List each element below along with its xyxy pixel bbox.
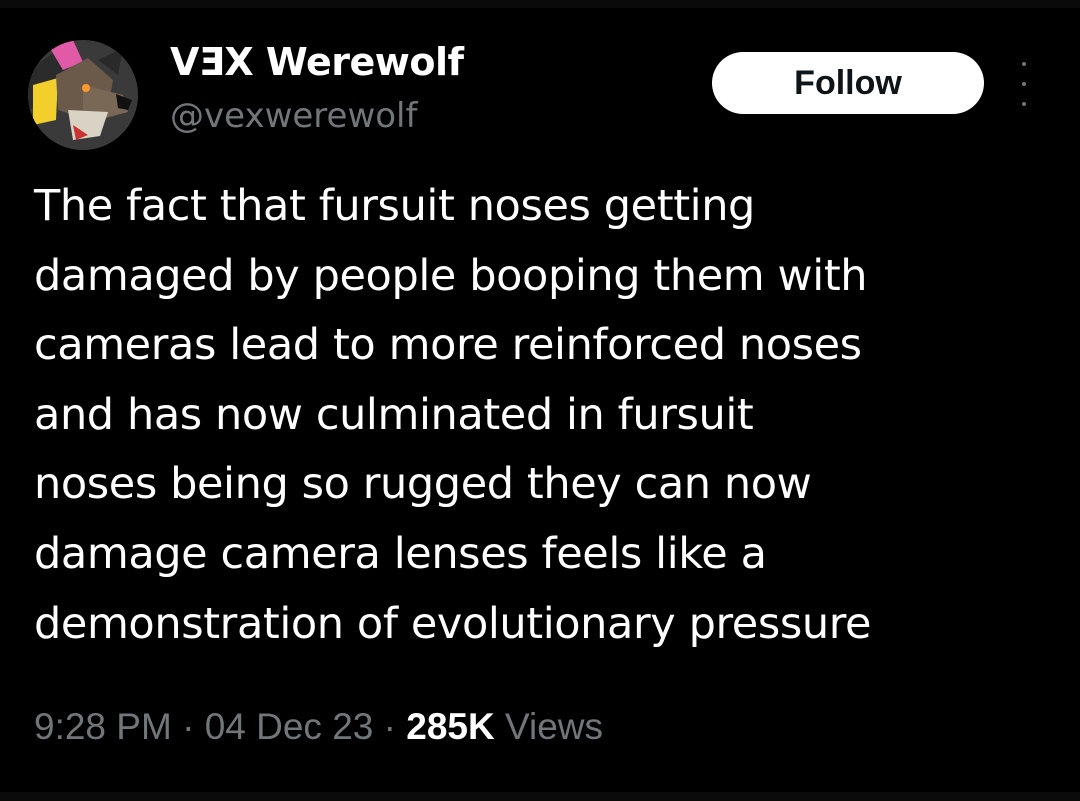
tweet-date[interactable]: 04 Dec 23 bbox=[205, 706, 374, 747]
more-dot bbox=[1022, 62, 1026, 66]
follow-button[interactable]: Follow bbox=[712, 52, 984, 114]
more-vertical-icon[interactable] bbox=[1012, 62, 1036, 106]
views-count: 285K bbox=[406, 706, 495, 747]
top-divider bbox=[0, 0, 1080, 8]
user-handle[interactable]: @vexwerewolf bbox=[170, 94, 417, 138]
tweet-time[interactable]: 9:28 PM bbox=[34, 706, 172, 747]
tweet-line: noses being so rugged they can now bbox=[34, 459, 812, 510]
tweet-line: damage camera lenses feels like a bbox=[34, 528, 767, 579]
tweet-line: damaged by people booping them with bbox=[34, 250, 868, 301]
more-dot bbox=[1022, 82, 1026, 86]
views-label: Views bbox=[504, 706, 604, 747]
tweet-line: and has now culminated in fursuit bbox=[34, 389, 754, 440]
tweet-line: cameras lead to more reinforced noses bbox=[34, 320, 862, 371]
tweet-meta: 9:28 PM · 04 Dec 23 · 285K Views bbox=[34, 702, 603, 752]
tweet-text: The fact that fursuit noses getting dama… bbox=[34, 172, 1064, 659]
meta-separator: · bbox=[373, 706, 407, 747]
more-dot bbox=[1022, 102, 1026, 106]
bottom-divider bbox=[0, 792, 1080, 801]
meta-separator: · bbox=[171, 706, 205, 747]
avatar[interactable] bbox=[28, 40, 138, 150]
tweet-line: The fact that fursuit noses getting bbox=[34, 181, 755, 231]
tweet-line: demonstration of evolutionary pressure bbox=[34, 598, 872, 649]
display-name[interactable]: VƎX Werewolf bbox=[170, 38, 464, 86]
werewolf-avatar-icon bbox=[28, 40, 138, 150]
